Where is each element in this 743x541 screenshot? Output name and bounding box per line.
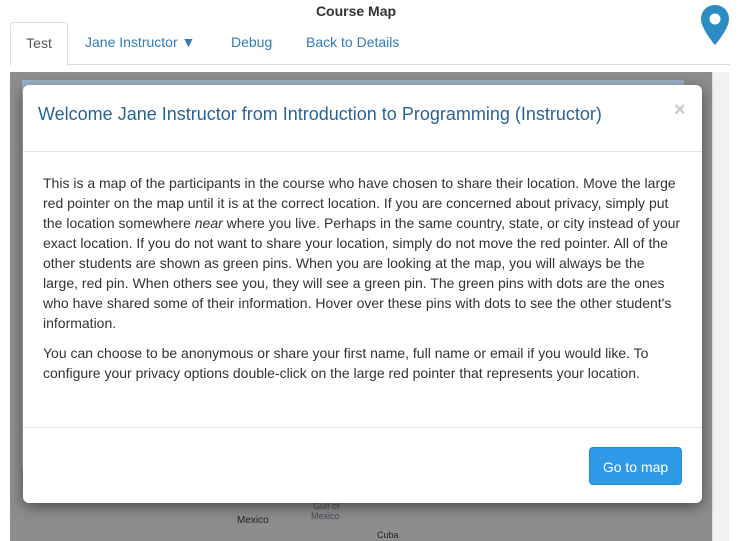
modal-header: Welcome Jane Instructor from Introductio… xyxy=(23,85,702,152)
tab-test[interactable]: Test xyxy=(10,22,68,66)
go-to-map-button[interactable]: Go to map xyxy=(589,447,682,485)
tab-debug[interactable]: Debug xyxy=(231,22,272,63)
page-title: Course Map xyxy=(315,3,397,19)
map-label-mexico: Mexico xyxy=(237,515,269,526)
tab-bar: Test Jane Instructor ▼ Debug Back to Det… xyxy=(10,22,730,66)
tab-user-menu[interactable]: Jane Instructor ▼ xyxy=(85,22,195,63)
near-emphasis: near xyxy=(194,215,223,231)
welcome-modal: Welcome Jane Instructor from Introductio… xyxy=(23,85,702,503)
page-scrollbar[interactable] xyxy=(712,72,729,541)
close-icon[interactable]: × xyxy=(674,99,686,122)
map-label-gulf-2: Mexico xyxy=(311,511,340,521)
intro-paragraph: This is a map of the participants in the… xyxy=(43,175,681,331)
map-label-cuba: Cuba xyxy=(377,530,399,540)
modal-footer: Go to map xyxy=(23,427,702,504)
modal-title: Welcome Jane Instructor from Introductio… xyxy=(38,104,602,124)
tab-back-to-details[interactable]: Back to Details xyxy=(306,22,399,63)
privacy-paragraph: You can choose to be anonymous or share … xyxy=(43,345,649,381)
modal-body: This is a map of the participants in the… xyxy=(43,173,683,393)
